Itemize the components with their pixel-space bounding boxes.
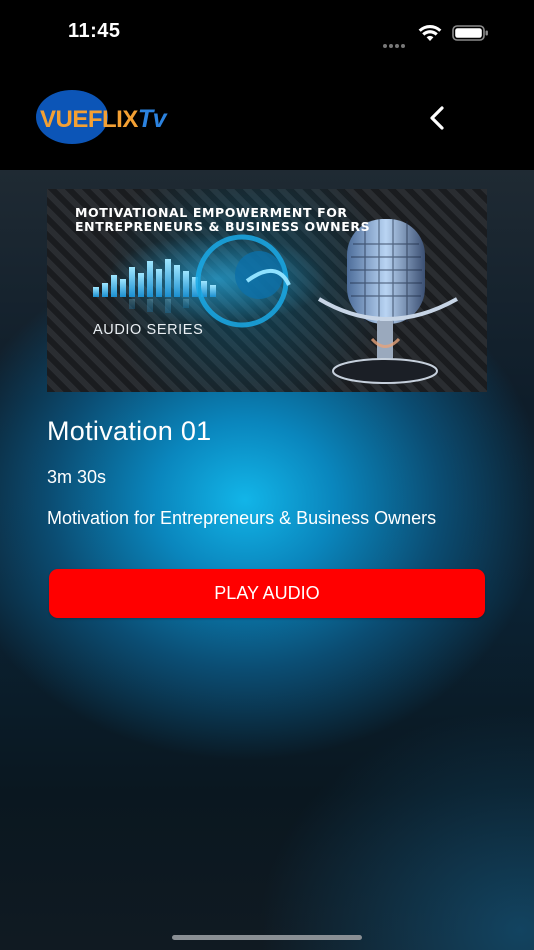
wifi-icon: [418, 25, 442, 41]
cellular-dots-icon: [383, 35, 407, 53]
chevron-left-icon: [430, 106, 444, 130]
vueflix-logo: VUEFLIXTv: [36, 86, 218, 148]
microphone-graphic: [317, 219, 458, 384]
logo-text: VUEFLIXTv: [40, 105, 167, 134]
content-area: MOTIVATIONAL EMPOWERMENT FOR ENTREPRENEU…: [0, 170, 534, 950]
status-bar: 11:45: [0, 0, 534, 62]
audio-description: Motivation for Entrepreneurs & Business …: [47, 508, 437, 528]
audio-title: Motivation 01: [47, 416, 212, 446]
logo-vue: VUE: [40, 106, 88, 133]
battery-icon: [452, 25, 488, 41]
status-time: 11:45: [68, 20, 121, 42]
audio-thumbnail: MOTIVATIONAL EMPOWERMENT FOR ENTREPRENEU…: [47, 189, 487, 392]
audio-duration: 3m 30s: [47, 467, 107, 487]
logo-flix: FLIX: [87, 106, 139, 133]
back-button[interactable]: [420, 100, 454, 136]
logo-tv: Tv: [137, 105, 167, 133]
play-audio-button[interactable]: PLAY AUDIO: [49, 569, 485, 618]
app-header: VUEFLIXTv: [0, 62, 534, 170]
home-indicator[interactable]: [172, 935, 362, 940]
thumbnail-title: MOTIVATIONAL EMPOWERMENT FOR ENTREPRENEU…: [75, 205, 371, 234]
thumbnail-subtitle: AUDIO SERIES: [93, 322, 204, 338]
